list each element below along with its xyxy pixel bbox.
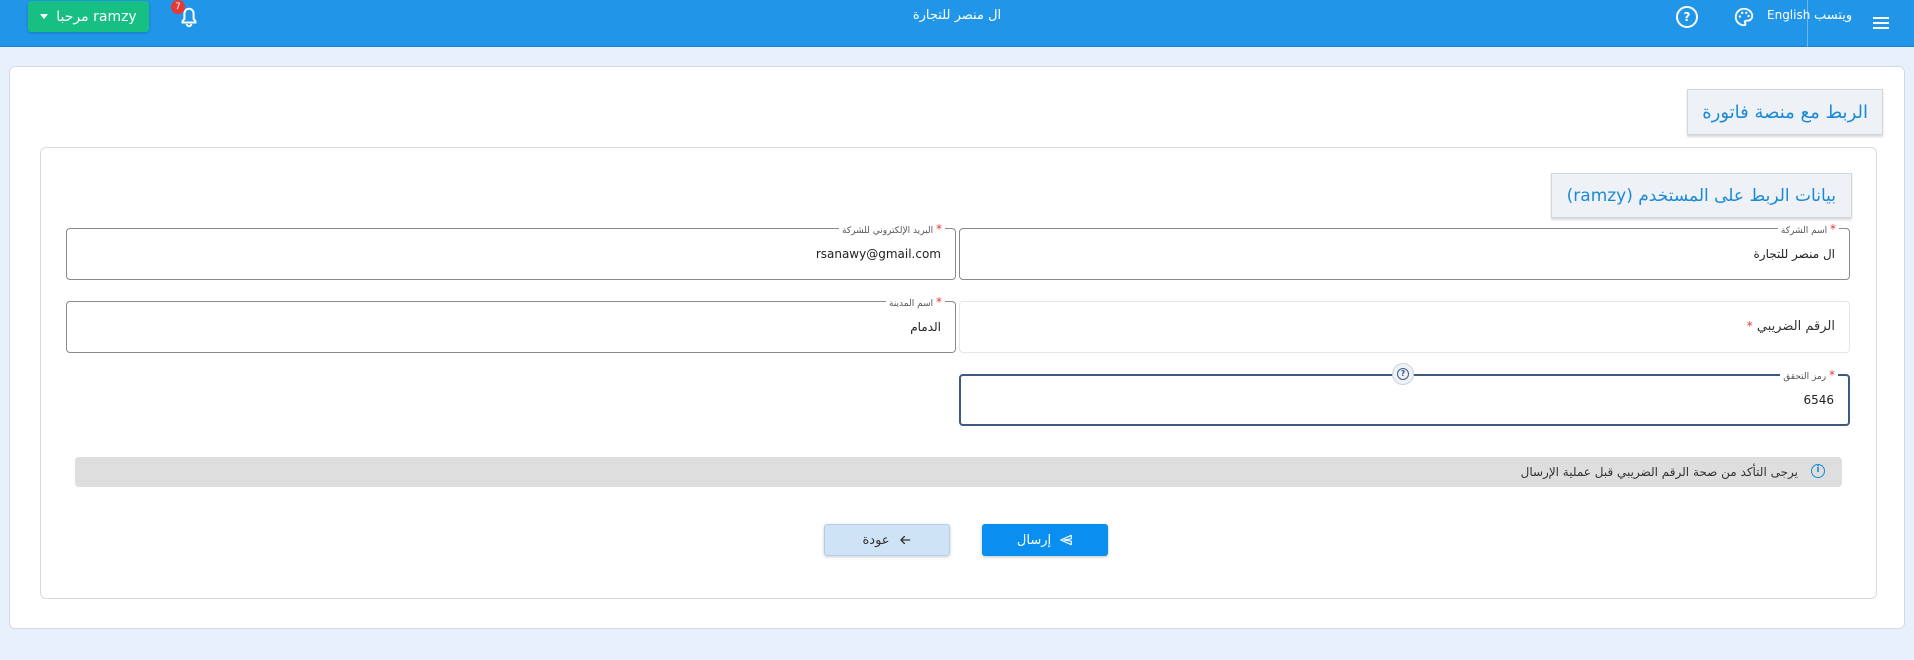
tax-number-field[interactable]: الرقم الضريبي * xyxy=(959,301,1850,353)
company-name-field[interactable]: * اسم الشركة ال منصر للتجارة xyxy=(959,222,1850,280)
city-name-field[interactable]: * اسم المدينة الدمام xyxy=(66,295,956,353)
page-title: الربط مع منصة فاتورة xyxy=(1687,89,1883,135)
send-label: إرسال xyxy=(1016,532,1052,548)
section-title: بيانات الربط على المستخدم (ramzy) xyxy=(1550,173,1852,218)
verification-code-value: 6546 xyxy=(1803,393,1834,407)
user-greeting: مرحبا ramzy xyxy=(56,8,137,25)
top-bar: ويتسب English ? ال منصر للتجارة 7 مرحبا … xyxy=(0,0,1914,47)
app-title: ال منصر للتجارة xyxy=(912,8,1002,23)
notification-badge: 7 xyxy=(171,0,185,14)
city-name-value: الدمام xyxy=(910,320,941,334)
chevron-down-icon xyxy=(40,14,49,19)
company-email-label: * البريد الإلكتروني للشركة xyxy=(839,222,945,236)
back-label: عودة xyxy=(862,532,890,548)
city-name-label: * اسم المدينة xyxy=(886,295,945,309)
company-name-label: * اسم الشركة xyxy=(1777,222,1839,236)
arrow-left-icon xyxy=(899,535,910,545)
user-menu-button[interactable]: مرحبا ramzy xyxy=(28,1,149,32)
question-icon[interactable]: ? xyxy=(1392,363,1414,385)
notice-text: يرجى التأكد من صحة الرقم الضريبي قبل عمل… xyxy=(1520,465,1798,479)
tax-notice: i يرجى التأكد من صحة الرقم الضريبي قبل ع… xyxy=(75,457,1842,487)
info-icon: i xyxy=(1811,464,1825,478)
send-button[interactable]: إرسال xyxy=(982,524,1108,556)
company-email-field[interactable]: * البريد الإلكتروني للشركة rsanawy@gmail… xyxy=(66,222,956,280)
back-button[interactable]: عودة xyxy=(824,524,950,556)
company-name-value: ال منصر للتجارة xyxy=(1753,247,1836,261)
company-email-value: rsanawy@gmail.com xyxy=(815,247,941,261)
tax-number-label: الرقم الضريبي * xyxy=(1746,319,1835,334)
send-icon xyxy=(1060,534,1072,546)
verification-code-label: * رمز التحقق xyxy=(1780,368,1838,382)
